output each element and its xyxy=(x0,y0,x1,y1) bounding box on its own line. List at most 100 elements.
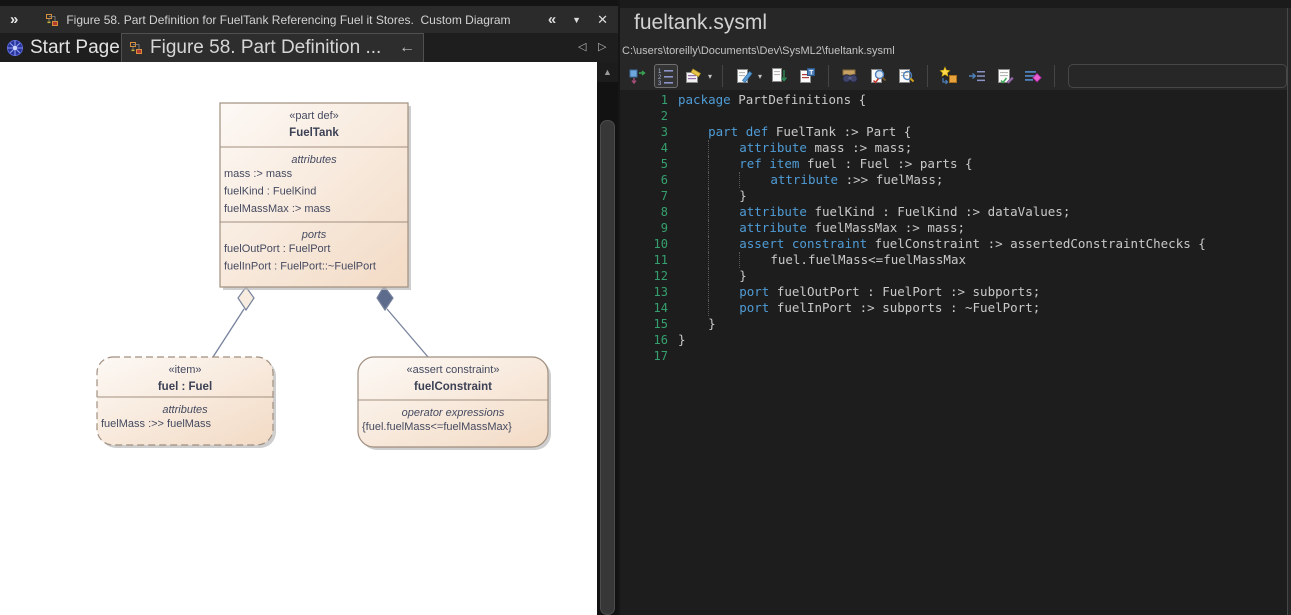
line-number: 7 xyxy=(660,189,668,203)
search-document-icon[interactable] xyxy=(894,64,918,88)
editor-right-edge xyxy=(1287,8,1288,615)
diagram-box-fuel[interactable]: «item» fuel : Fuel attributes fuelMass :>> … xyxy=(96,356,276,448)
box-stereotype: «part def» xyxy=(289,110,339,122)
dropdown-caret-icon[interactable]: ▾ xyxy=(758,72,762,81)
edit-script-icon[interactable] xyxy=(732,64,756,88)
code-line[interactable]: 11 fuel.fuelMass<=fuelMassMax xyxy=(620,252,1287,268)
code-line[interactable]: 14 port fuelInPort :> subports : ~FuelPo… xyxy=(620,300,1287,316)
close-pane-button[interactable]: ✕ xyxy=(597,12,608,28)
diagram-icon xyxy=(46,13,59,26)
code-text: fuel.fuelMass<=fuelMassMax xyxy=(678,252,966,268)
template-document-icon[interactable]: T xyxy=(795,64,819,88)
code-line[interactable]: 8 attribute fuelKind : FuelKind :> dataV… xyxy=(620,204,1287,220)
pane-menu-button[interactable]: ▼ xyxy=(572,15,581,25)
code-line[interactable]: 5 ref item fuel : Fuel :> parts { xyxy=(620,156,1287,172)
code-line[interactable]: 9 attribute fuelMassMax :> mass; xyxy=(620,220,1287,236)
box-name: FuelTank xyxy=(289,127,339,139)
code-text: attribute :>> fuelMass; xyxy=(678,172,943,188)
find-in-files-icon[interactable] xyxy=(838,64,862,88)
diagram-canvas[interactable]: «part def» FuelTank attributes mass :> mass… xyxy=(0,62,597,615)
line-number: 15 xyxy=(653,317,668,331)
compartment-item: fuelKind : FuelKind xyxy=(224,186,316,198)
line-numbers-icon[interactable]: 123 xyxy=(654,64,678,88)
tab-start-page[interactable]: Start Page xyxy=(0,33,130,62)
format-document-icon[interactable] xyxy=(993,64,1017,88)
line-number: 13 xyxy=(653,285,668,299)
code-line[interactable]: 4 attribute mass :> mass; xyxy=(620,140,1287,156)
autocomplete-icon[interactable] xyxy=(937,64,961,88)
line-number: 14 xyxy=(653,301,668,315)
line-number: 4 xyxy=(660,141,668,155)
code-line[interactable]: 15 } xyxy=(620,316,1287,332)
document-tab-bar: Start Page Figure 58. Part Definition ..… xyxy=(0,33,618,62)
code-line[interactable]: 3 part def FuelTank :> Part { xyxy=(620,124,1287,140)
code-text: attribute fuelMassMax :> mass; xyxy=(678,220,965,236)
svg-text:T: T xyxy=(809,69,813,76)
code-line[interactable]: 7 } xyxy=(620,188,1287,204)
find-replace-icon[interactable] xyxy=(866,64,890,88)
editor-top-strip xyxy=(620,0,1291,8)
code-line[interactable]: 2 xyxy=(620,108,1287,124)
diagram-pane: » Figure 58. Part Definition for FuelTan… xyxy=(0,0,618,615)
highlight-document-icon[interactable] xyxy=(1021,64,1045,88)
diagram-box-fueltank[interactable]: «part def» FuelTank attributes mass :> mass… xyxy=(219,102,411,290)
indent-icon[interactable] xyxy=(965,64,989,88)
code-editor-pane: fueltank.sysml C:\users\toreilly\Documen… xyxy=(620,0,1291,615)
toolbar-separator xyxy=(1054,65,1056,87)
model-transform-icon[interactable] xyxy=(626,64,650,88)
line-number: 11 xyxy=(653,253,668,267)
tab-figure-58[interactable]: Figure 58. Part Definition ... ← xyxy=(121,33,424,62)
start-page-icon xyxy=(7,39,23,56)
code-line[interactable]: 17 xyxy=(620,348,1287,364)
code-line[interactable]: 6 attribute :>> fuelMass; xyxy=(620,172,1287,188)
code-text: port fuelOutPort : FuelPort :> subports; xyxy=(678,284,1040,300)
code-line[interactable]: 16} xyxy=(620,332,1287,348)
editor-toolbar: 1 2 3 ▾ ▾ T xyxy=(624,62,1287,90)
line-number: 6 xyxy=(660,173,668,187)
code-line[interactable]: 10 assert constraint fuelConstraint :> a… xyxy=(620,236,1287,252)
compartment-label: ports xyxy=(301,229,327,241)
code-line[interactable]: 1 package PartDefinitions { xyxy=(620,92,1287,108)
toolbar-empty-field xyxy=(1068,64,1287,88)
tab-figure-58-label: Figure 58. Part Definition ... xyxy=(150,37,382,58)
box-name: fuel : Fuel xyxy=(158,381,212,393)
compartment-item: fuelInPort : FuelPort::~FuelPort xyxy=(224,261,376,273)
application-window: » Figure 58. Part Definition for FuelTan… xyxy=(0,0,1291,615)
code-text: part def FuelTank :> Part { xyxy=(708,124,912,139)
diagram-vertical-scrollbar[interactable]: ▲ xyxy=(597,62,618,615)
code-line[interactable]: 12 } xyxy=(620,268,1287,284)
svg-text:3: 3 xyxy=(658,81,662,86)
diagram-box-fuelconstraint[interactable]: «assert constraint» fuelConstraint operato… xyxy=(357,356,551,450)
code-text: } xyxy=(678,268,747,284)
shared-aggregation-connector[interactable] xyxy=(212,285,255,358)
tab-scroll-right-button[interactable]: ▷ xyxy=(598,40,606,53)
scrollbar-up-arrow[interactable]: ▲ xyxy=(597,62,618,82)
collapse-pane-button[interactable]: « xyxy=(548,11,556,28)
compartment-item: fuelMass :>> fuelMass xyxy=(101,418,212,430)
code-text: port fuelInPort :> subports : ~FuelPort; xyxy=(678,300,1040,316)
import-document-icon[interactable] xyxy=(767,64,791,88)
line-number: 16 xyxy=(653,333,668,347)
line-number: 12 xyxy=(653,269,668,283)
tab-back-icon[interactable]: ← xyxy=(399,39,415,57)
code-editor[interactable]: 1 package PartDefinitions {2 3 part def Fu… xyxy=(620,90,1287,615)
composite-aggregation-connector[interactable] xyxy=(376,284,429,358)
code-text: } xyxy=(708,316,716,331)
code-text: ref item fuel : Fuel :> parts { xyxy=(678,156,973,172)
code-line[interactable]: 13 port fuelOutPort : FuelPort :> subpor… xyxy=(620,284,1287,300)
code-text: assert constraint fuelConstraint :> asse… xyxy=(678,236,1206,252)
scrollbar-thumb[interactable] xyxy=(600,120,615,615)
diagram-title-bar: » Figure 58. Part Definition for FuelTan… xyxy=(0,6,618,33)
toolbar-separator xyxy=(927,65,929,87)
compartment-label: attributes xyxy=(162,404,208,416)
box-stereotype: «item» xyxy=(168,364,201,376)
dock-chevron-icon[interactable]: » xyxy=(10,11,18,28)
line-number: 10 xyxy=(653,237,668,251)
compartment-item: {fuel.fuelMass<=fuelMassMax} xyxy=(362,421,512,433)
stereotype-list-icon[interactable] xyxy=(682,64,706,88)
diagram-drawing: «part def» FuelTank attributes mass :> mass… xyxy=(96,102,551,450)
box-stereotype: «assert constraint» xyxy=(407,364,500,376)
file-title: fueltank.sysml xyxy=(634,11,768,34)
tab-scroll-left-button[interactable]: ◁ xyxy=(578,40,586,53)
dropdown-caret-icon[interactable]: ▾ xyxy=(708,72,712,81)
